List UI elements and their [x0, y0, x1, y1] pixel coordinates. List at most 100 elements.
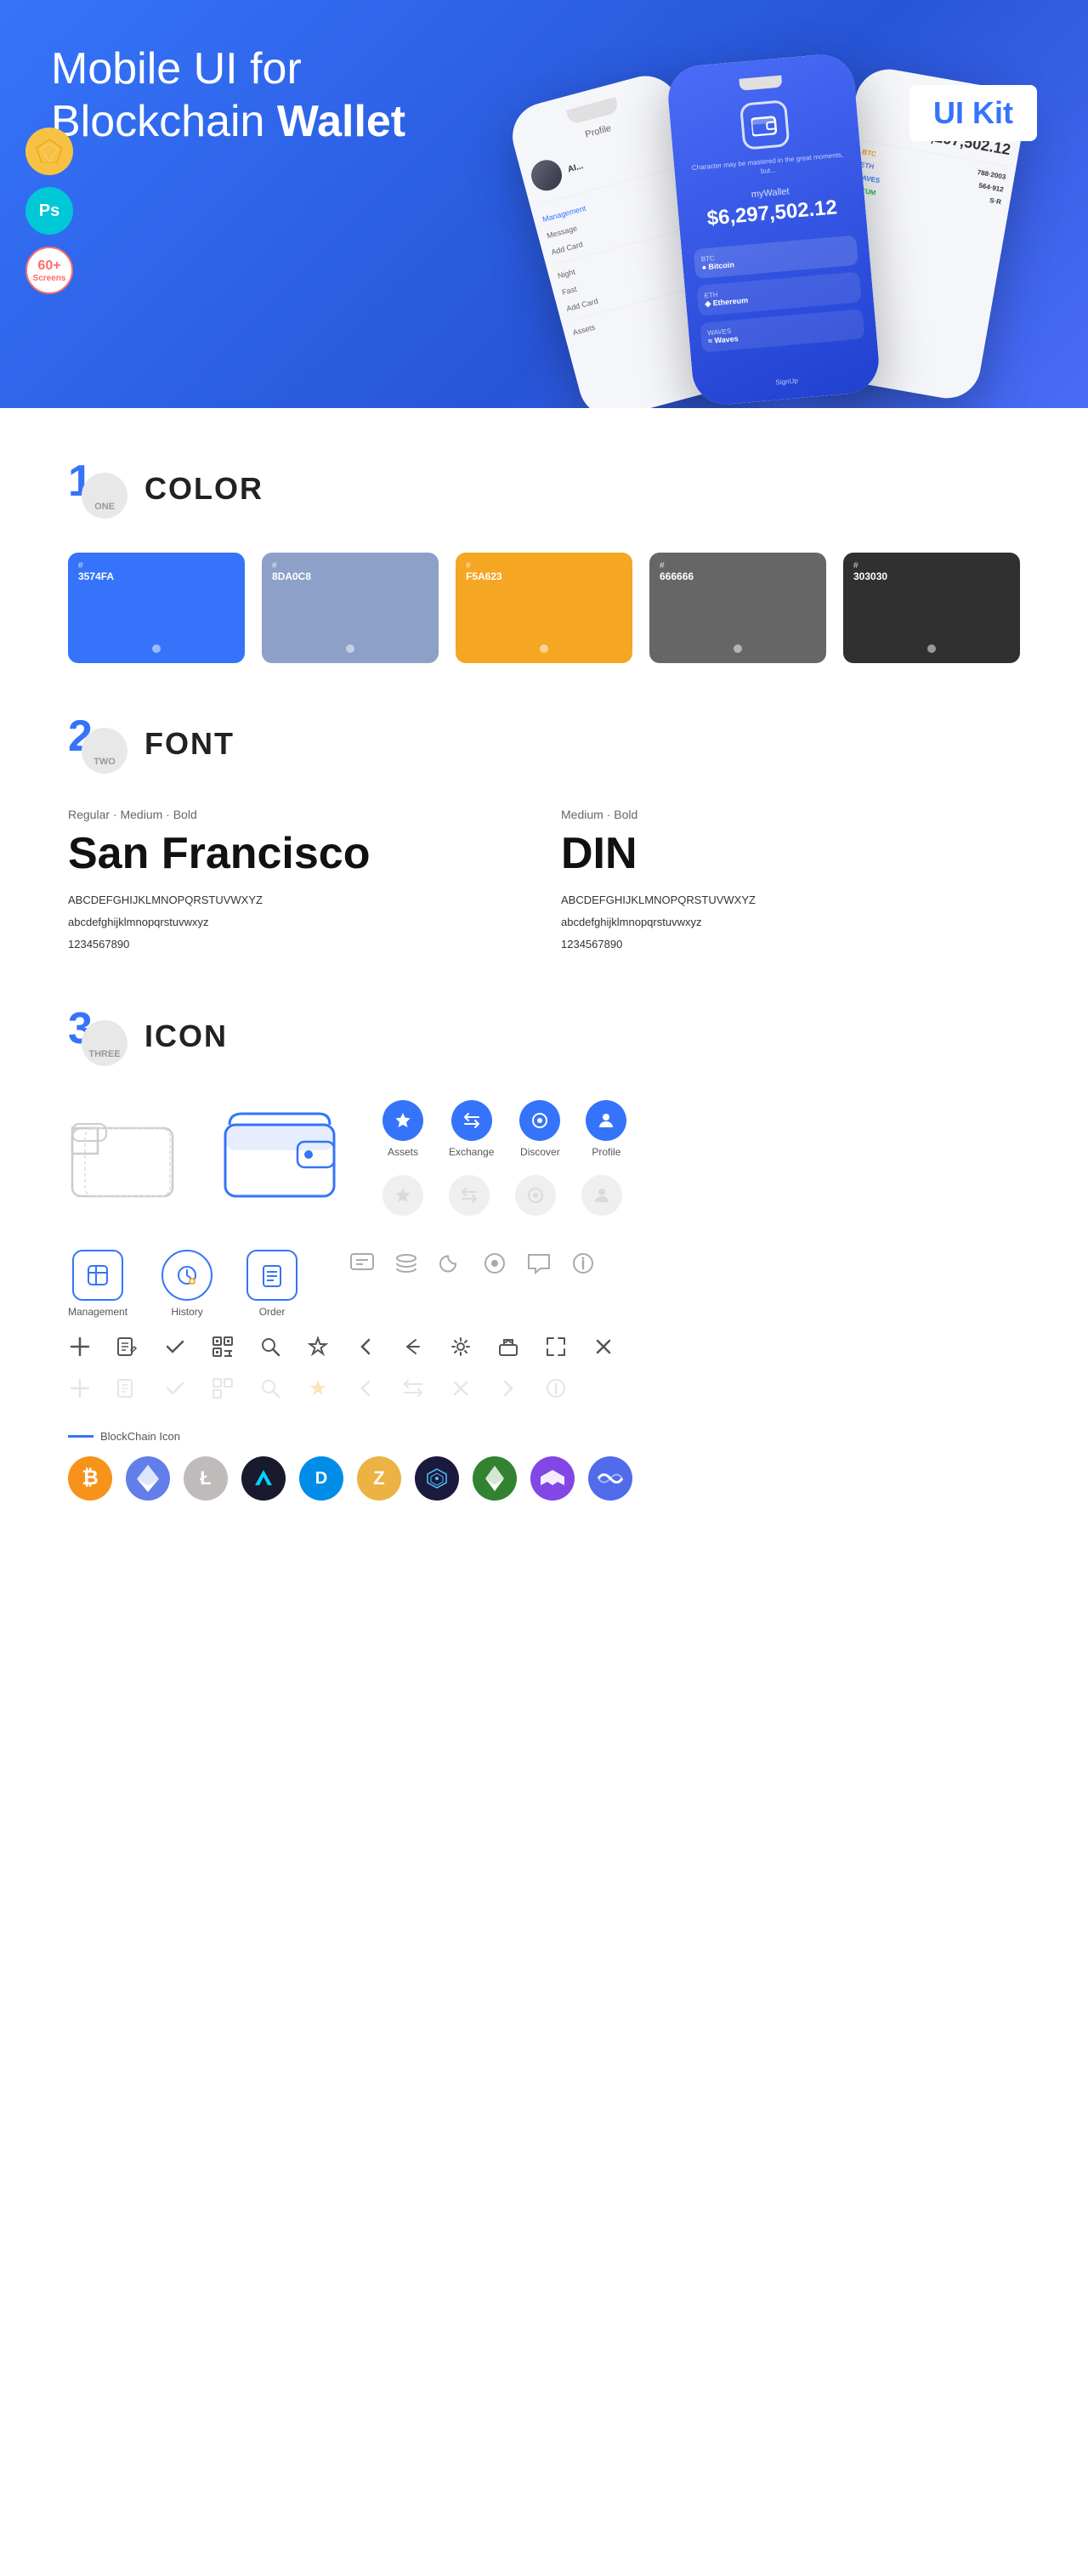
section-header-color: 1 ONE COLOR	[68, 459, 1020, 519]
wallet-icon-outline	[68, 1115, 178, 1200]
swatch-black: # 303030	[843, 553, 1020, 663]
layers-icon	[393, 1250, 420, 1281]
discover-label: Discover	[520, 1146, 560, 1158]
zec-icon: Z	[357, 1456, 401, 1501]
profile-icon-item: Profile	[586, 1100, 626, 1158]
gear-icon	[449, 1335, 473, 1363]
search-icon-ghost	[258, 1376, 282, 1404]
assets-icon	[382, 1100, 423, 1141]
btc-icon: ₿	[68, 1456, 112, 1501]
profile-label: Profile	[592, 1146, 620, 1158]
din-uppercase: ABCDEFGHIJKLMNOPQRSTUVWXYZ	[561, 889, 1020, 911]
sf-name: San Francisco	[68, 828, 527, 879]
check-icon-ghost	[163, 1376, 187, 1404]
icon-title: ICON	[144, 1018, 228, 1054]
color-title: COLOR	[144, 471, 264, 507]
din-numbers: 1234567890	[561, 933, 1020, 956]
font-section: 2 TWO FONT Regular · Medium · Bold San F…	[68, 714, 1020, 956]
tool-icons-row-ghost	[68, 1376, 1020, 1404]
misc-icons	[348, 1250, 597, 1281]
hero-title: Mobile UI for Blockchain Wallet	[51, 43, 476, 149]
search-icon	[258, 1335, 282, 1363]
exchange-icon-ghost	[449, 1175, 490, 1216]
sf-numbers: 1234567890	[68, 933, 527, 956]
color-swatches: # 3574FA # 8DA0C8 # F5A623 # 666666 #	[68, 553, 1020, 663]
exchange-icon-item: Exchange	[449, 1100, 494, 1158]
phone-center: Character may be mastered in the great m…	[666, 52, 881, 407]
ui-kit-badge: UI Kit	[910, 85, 1037, 141]
order-icon	[246, 1250, 298, 1301]
back-icon	[354, 1335, 377, 1363]
discover-icon-ghost	[515, 1175, 556, 1216]
discover-icon	[519, 1100, 560, 1141]
section-number-3: 3 THREE	[68, 1007, 128, 1066]
box-upload-icon	[496, 1335, 520, 1363]
din-style: Medium · Bold	[561, 808, 1020, 821]
list-edit-icon-ghost	[116, 1376, 139, 1404]
din-name: DIN	[561, 828, 1020, 879]
management-label: Management	[68, 1306, 128, 1318]
matic-icon	[530, 1456, 575, 1501]
hero-section: Mobile UI for Blockchain Wallet UI Kit P…	[0, 0, 1088, 408]
blockchain-label: BlockChain Icon	[100, 1430, 180, 1443]
nav-icons-group: Assets Exchange	[382, 1100, 626, 1216]
chat-icon	[348, 1250, 376, 1281]
info-ghost-icon	[544, 1376, 568, 1404]
management-icon-item: Management	[68, 1250, 128, 1318]
assets-icon-ghost	[382, 1175, 423, 1216]
main-content: 1 ONE COLOR # 3574FA # 8DA0C8 # F5A623	[0, 408, 1088, 1603]
moon-icon	[437, 1250, 464, 1281]
history-label: History	[171, 1306, 202, 1318]
swatch-darkgrey: # 666666	[649, 553, 826, 663]
back-icon-ghost	[354, 1376, 377, 1404]
etc-icon	[473, 1456, 517, 1501]
action-icons-row: Management History	[68, 1250, 1020, 1318]
tool-icons-row1	[68, 1335, 1020, 1404]
circle-icon	[481, 1250, 508, 1281]
x-ghost-icon	[449, 1376, 473, 1404]
section-number-2: 2 TWO	[68, 714, 128, 774]
qr-icon-ghost	[211, 1376, 235, 1404]
section-header-icon: 3 THREE ICON	[68, 1007, 1020, 1066]
management-icon	[72, 1250, 123, 1301]
swatch-grey: # 8DA0C8	[262, 553, 439, 663]
history-icon	[162, 1250, 212, 1301]
order-icon-item: Order	[246, 1250, 298, 1318]
assets-label: Assets	[388, 1146, 418, 1158]
history-icon-item: History	[162, 1250, 212, 1318]
band-icon	[588, 1456, 632, 1501]
color-section: 1 ONE COLOR # 3574FA # 8DA0C8 # F5A623	[68, 459, 1020, 663]
close-icon	[592, 1335, 615, 1363]
exchange-label: Exchange	[449, 1146, 494, 1158]
dash-icon: D	[299, 1456, 343, 1501]
blockchain-line	[68, 1435, 94, 1438]
exchange-icon	[451, 1100, 492, 1141]
swatch-blue: # 3574FA	[68, 553, 245, 663]
section-number-1: 1 ONE	[68, 459, 128, 519]
discover-icon-item: Discover	[519, 1100, 560, 1158]
wallet-icon-solid	[221, 1109, 340, 1207]
info-icon	[570, 1250, 597, 1281]
list-edit-icon	[116, 1335, 139, 1363]
check-icon	[163, 1335, 187, 1363]
sf-uppercase: ABCDEFGHIJKLMNOPQRSTUVWXYZ	[68, 889, 527, 911]
blockchain-label-row: BlockChain Icon	[68, 1430, 1020, 1443]
crypto-icons-row: ₿ Ł D	[68, 1456, 1020, 1501]
din-lowercase: abcdefghijklmnopqrstuvwxyz	[561, 911, 1020, 933]
exchange-ghost-icon	[401, 1376, 425, 1404]
sketch-badge	[26, 128, 73, 175]
sf-style: Regular · Medium · Bold	[68, 808, 527, 821]
wings-icon	[241, 1456, 286, 1501]
font-sf: Regular · Medium · Bold San Francisco AB…	[68, 808, 527, 956]
expand-icon	[544, 1335, 568, 1363]
font-title: FONT	[144, 726, 235, 762]
swatch-orange: # F5A623	[456, 553, 632, 663]
section-header-font: 2 TWO FONT	[68, 714, 1020, 774]
grid-icon	[415, 1456, 459, 1501]
font-grid: Regular · Medium · Bold San Francisco AB…	[68, 808, 1020, 956]
eth-icon	[126, 1456, 170, 1501]
ps-badge: Ps	[26, 187, 73, 235]
plus-icon	[68, 1335, 92, 1363]
profile-icon	[586, 1100, 626, 1141]
chat-bubble-icon	[525, 1250, 552, 1281]
